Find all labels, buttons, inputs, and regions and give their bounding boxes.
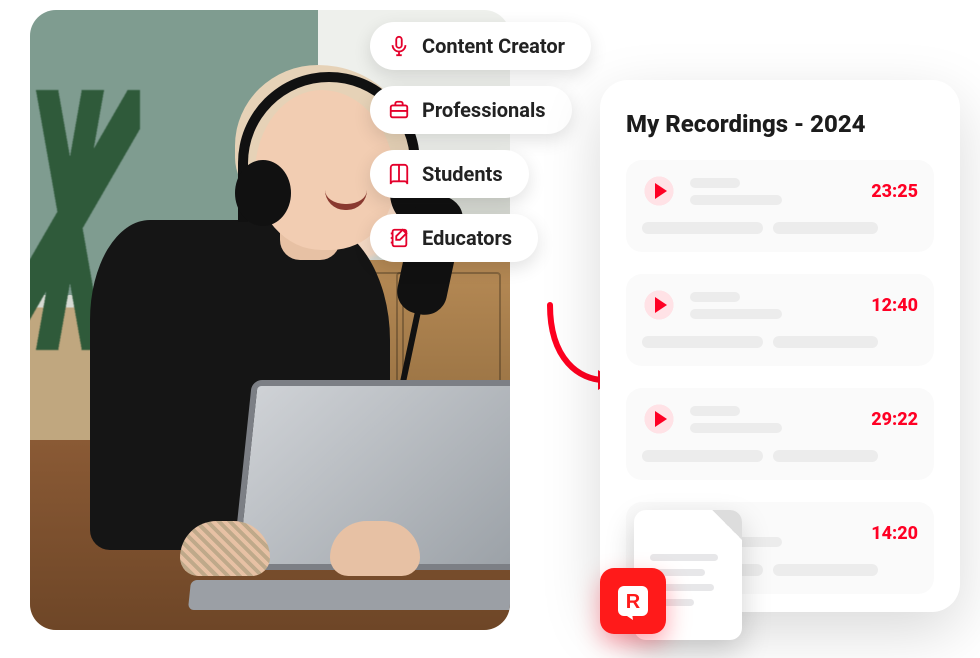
panel-title: My Recordings - 2024 xyxy=(626,110,934,138)
pill-label: Content Creator xyxy=(422,34,565,58)
recording-title-placeholder xyxy=(690,178,857,205)
category-pill-list: Content Creator Professionals Students E… xyxy=(370,22,591,262)
recording-duration: 29:22 xyxy=(871,409,918,430)
photo-hand-right xyxy=(330,521,420,576)
pill-students[interactable]: Students xyxy=(370,150,529,198)
transcript-doc-graphic: R xyxy=(600,510,750,650)
photo-hand-left xyxy=(180,521,270,576)
recording-item[interactable]: 29:22 xyxy=(626,388,934,480)
recording-item[interactable]: 12:40 xyxy=(626,274,934,366)
brand-r-icon: R xyxy=(613,581,653,621)
play-icon[interactable] xyxy=(642,174,676,208)
recording-duration: 23:25 xyxy=(871,181,918,202)
recording-meta-placeholder xyxy=(642,222,918,234)
microphone-icon xyxy=(388,35,410,57)
pill-content-creator[interactable]: Content Creator xyxy=(370,22,591,70)
recording-duration: 14:20 xyxy=(871,523,918,544)
brand-badge: R xyxy=(600,568,666,634)
briefcase-icon xyxy=(388,99,410,121)
recording-meta-placeholder xyxy=(642,450,918,462)
pill-label: Students xyxy=(422,162,503,186)
recording-title-placeholder xyxy=(690,292,857,319)
photo-earcup-left xyxy=(235,160,291,226)
notebook-icon xyxy=(388,227,410,249)
recording-meta-placeholder xyxy=(642,336,918,348)
recording-item[interactable]: 23:25 xyxy=(626,160,934,252)
svg-text:R: R xyxy=(626,591,641,613)
pill-label: Professionals xyxy=(422,98,546,122)
recording-title-placeholder xyxy=(690,406,857,433)
pill-label: Educators xyxy=(422,226,512,250)
play-icon[interactable] xyxy=(642,288,676,322)
play-icon[interactable] xyxy=(642,402,676,436)
pill-educators[interactable]: Educators xyxy=(370,214,538,262)
recording-duration: 12:40 xyxy=(871,295,918,316)
pill-professionals[interactable]: Professionals xyxy=(370,86,572,134)
book-icon xyxy=(388,163,410,185)
